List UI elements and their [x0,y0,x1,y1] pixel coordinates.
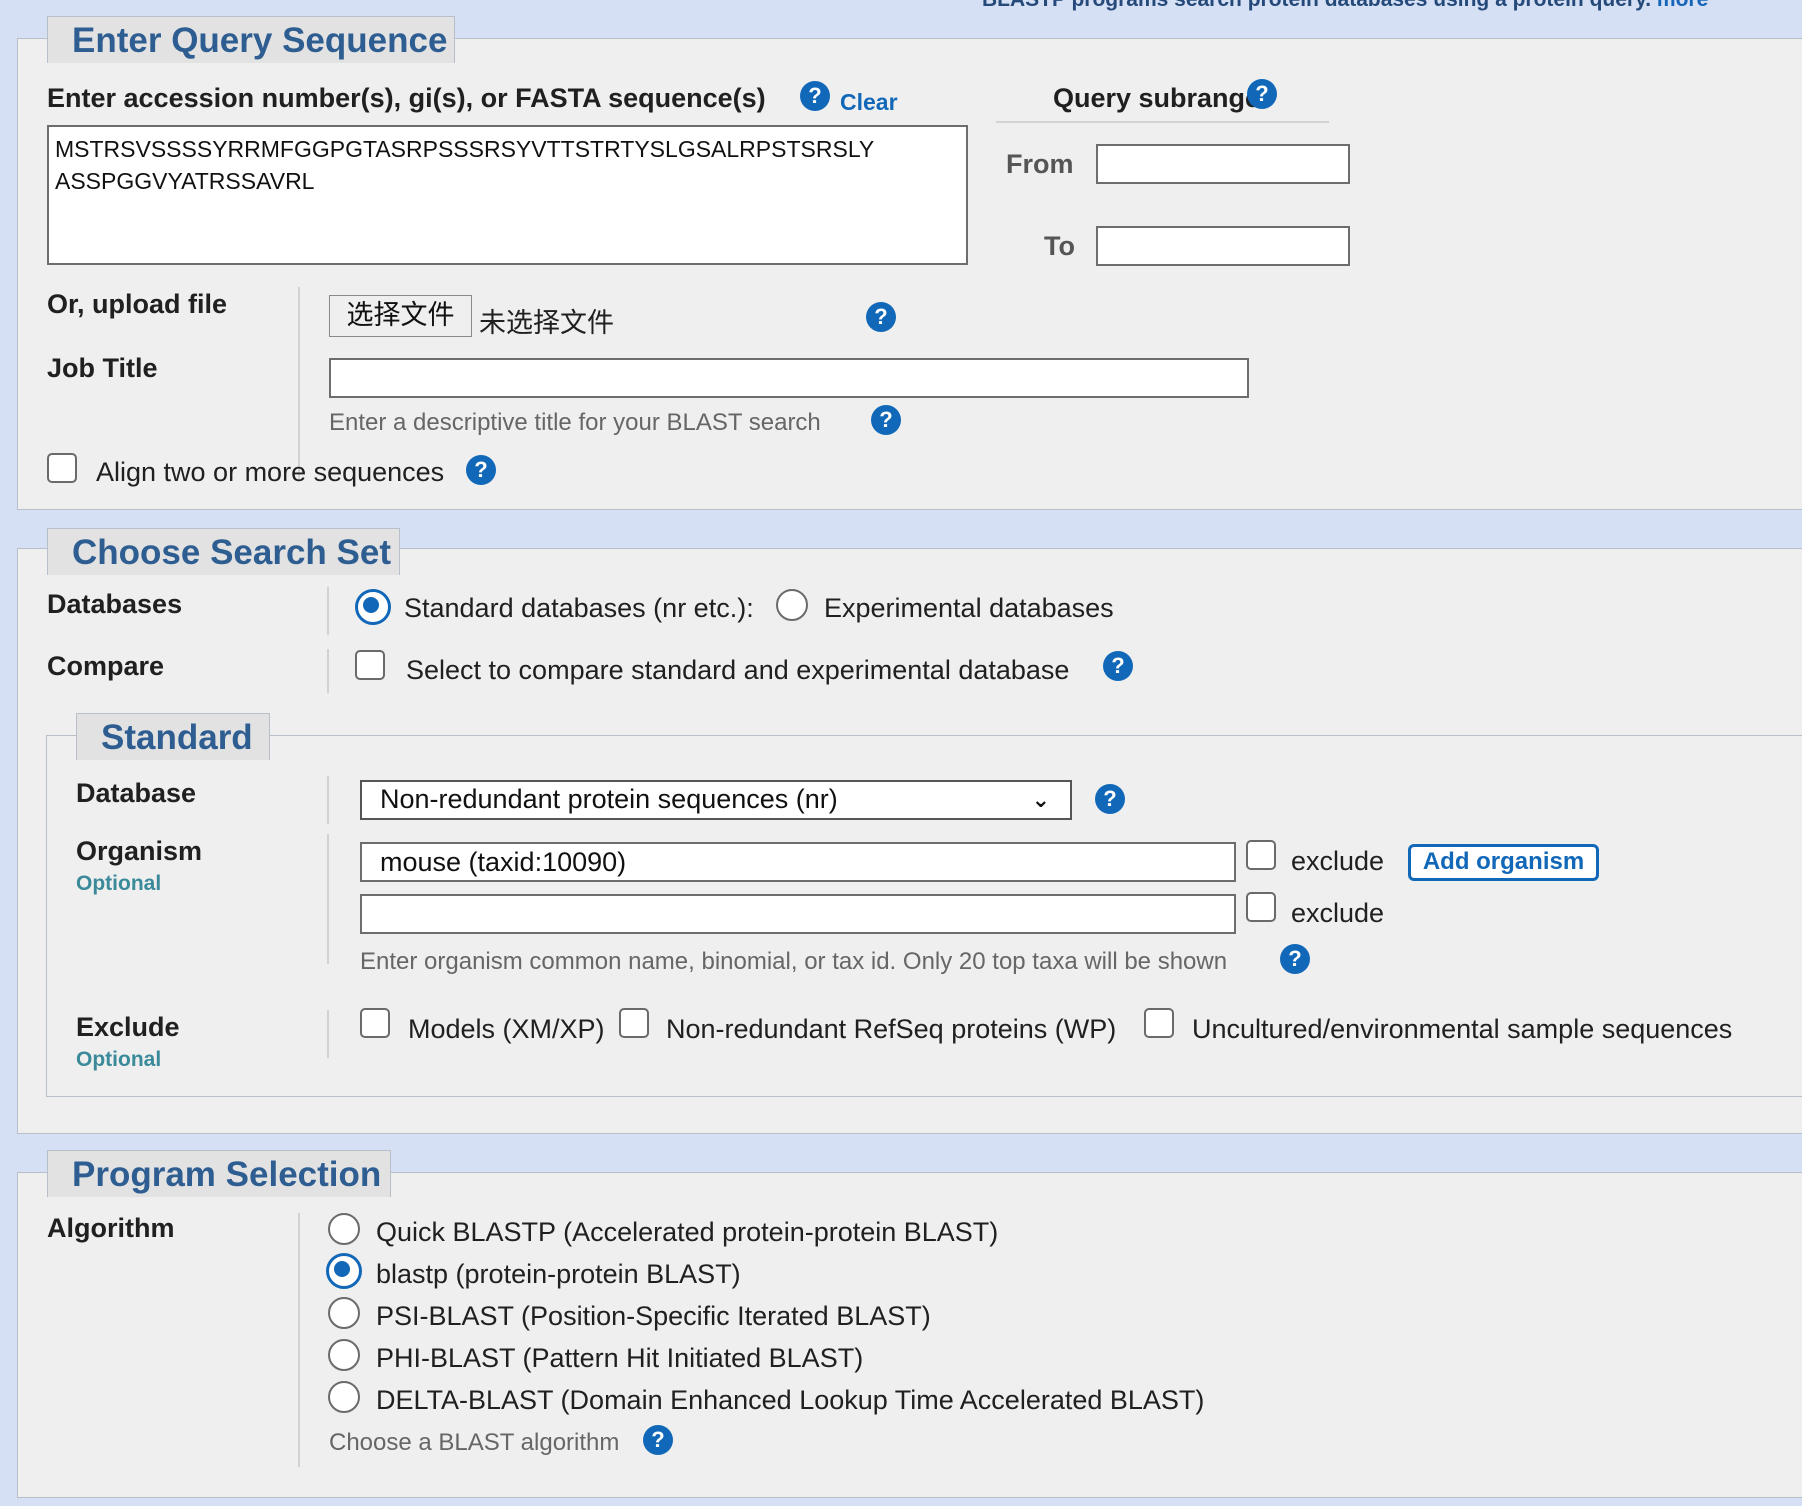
algorithm-option-label: DELTA-BLAST (Domain Enhanced Lookup Time… [376,1385,1205,1415]
add-organism-button[interactable]: Add organism [1408,844,1599,881]
program-description: BLASTP programs search protein databases… [982,0,1708,12]
exclude-refseq-checkbox[interactable] [619,1008,649,1038]
more-link[interactable]: more [1657,0,1708,11]
chevron-down-icon: ⌄ [1031,787,1050,812]
algorithm-hint: Choose a BLAST algorithm [329,1429,620,1456]
algorithm-radio-phi-blast[interactable] [328,1339,360,1371]
algorithm-radio-blastp[interactable] [326,1253,362,1289]
organism-exclude-checkbox[interactable] [1246,840,1276,870]
exclude-optional-label: Optional [76,1048,162,1071]
job-title-help-icon[interactable]: ? [871,405,901,435]
upload-label: Or, upload file [47,289,228,319]
database-label: Database [76,778,197,808]
algorithm-radio-quick-blastp[interactable] [328,1213,360,1245]
program-panel: Program Selection Algorithm Quick BLASTP… [17,1150,1802,1498]
exclude-refseq-label: Non-redundant RefSeq proteins (WP) [666,1014,1117,1044]
sequence-textarea[interactable] [47,125,968,265]
job-title-input[interactable] [329,358,1249,398]
exclude-uncultured-checkbox[interactable] [1144,1008,1174,1038]
algorithm-radio-psi-blast[interactable] [328,1297,360,1329]
no-file-text: 未选择文件 [479,308,614,338]
organism-help-icon[interactable]: ? [1280,944,1310,974]
organism-input[interactable] [360,842,1236,882]
database-select-value: Non-redundant protein sequences (nr) [380,784,838,814]
compare-label: Compare [47,651,165,681]
organism-hint: Enter organism common name, binomial, or… [360,948,1228,975]
algorithm-option-label: Quick BLASTP (Accelerated protein-protei… [376,1217,999,1247]
organism-separator [327,834,329,964]
accession-help-icon[interactable]: ? [800,81,830,111]
organism-label: Organism [76,836,203,866]
query-panel-title: Enter Query Sequence [47,16,455,63]
exclude-models-checkbox[interactable] [360,1008,390,1038]
standard-databases-label: Standard databases (nr etc.): [404,593,754,623]
algorithm-option-label: PHI-BLAST (Pattern Hit Initiated BLAST) [376,1343,864,1373]
organism-exclude-checkbox-2[interactable] [1246,892,1276,922]
query-panel: Enter Query Sequence Enter accession num… [17,16,1802,510]
database-help-icon[interactable]: ? [1095,784,1125,814]
choose-file-button[interactable]: 选择文件 [329,295,472,337]
algorithm-option-label: blastp (protein-protein BLAST) [376,1259,741,1289]
query-subrange-label: Query subrange [1053,83,1260,114]
organism-optional-label: Optional [76,872,162,895]
align-sequences-label: Align two or more sequences [96,457,445,487]
compare-text: Select to compare standard and experimen… [406,655,1070,685]
algorithm-radio-delta-blast[interactable] [328,1381,360,1413]
align-help-icon[interactable]: ? [466,455,496,485]
algorithm-option-label: PSI-BLAST (Position-Specific Iterated BL… [376,1301,931,1331]
subrange-help-icon[interactable]: ? [1247,79,1277,109]
align-sequences-checkbox[interactable] [47,453,77,483]
program-description-text: BLASTP programs search protein databases… [982,0,1651,11]
job-title-label: Job Title [47,353,158,383]
upload-help-icon[interactable]: ? [866,302,896,332]
clear-link[interactable]: Clear [840,89,898,116]
query-subrange-text: Query subrange [1053,83,1261,113]
exclude-section-label: Exclude [76,1012,180,1042]
exclude-models-label: Models (XM/XP) [408,1014,605,1044]
organism-exclude-label: exclude [1291,846,1385,876]
search-set-panel-title: Choose Search Set [47,528,400,575]
experimental-databases-radio[interactable] [776,589,808,621]
job-title-hint: Enter a descriptive title for your BLAST… [329,409,821,436]
search-set-panel: Choose Search Set Databases Standard dat… [17,528,1802,1134]
accession-label: Enter accession number(s), gi(s), or FAS… [47,83,766,113]
experimental-databases-label: Experimental databases [824,593,1114,623]
exclude-separator [327,1010,329,1058]
to-input[interactable] [1096,226,1350,266]
algorithm-separator [298,1213,300,1467]
databases-separator [327,587,329,635]
organism-input-2[interactable] [360,894,1236,934]
algorithm-label: Algorithm [47,1213,175,1243]
program-panel-title: Program Selection [47,1150,391,1197]
from-input[interactable] [1096,144,1350,184]
databases-label: Databases [47,589,183,619]
algorithm-help-icon[interactable]: ? [643,1425,673,1455]
standard-databases-radio[interactable] [355,589,391,625]
subrange-divider [996,121,1329,123]
standard-subpanel-title: Standard [76,713,270,760]
organism-exclude-label-2: exclude [1291,898,1385,928]
compare-separator [327,649,329,693]
standard-subpanel: Standard Database Non-redundant protein … [46,713,1802,1097]
from-label: From [1006,149,1074,179]
compare-checkbox[interactable] [355,650,385,680]
to-label: To [1044,231,1075,261]
exclude-uncultured-label: Uncultured/environmental sample sequence… [1192,1014,1733,1044]
compare-help-icon[interactable]: ? [1103,651,1133,681]
database-separator [327,776,329,824]
database-select[interactable]: Non-redundant protein sequences (nr) ⌄ [360,780,1072,820]
